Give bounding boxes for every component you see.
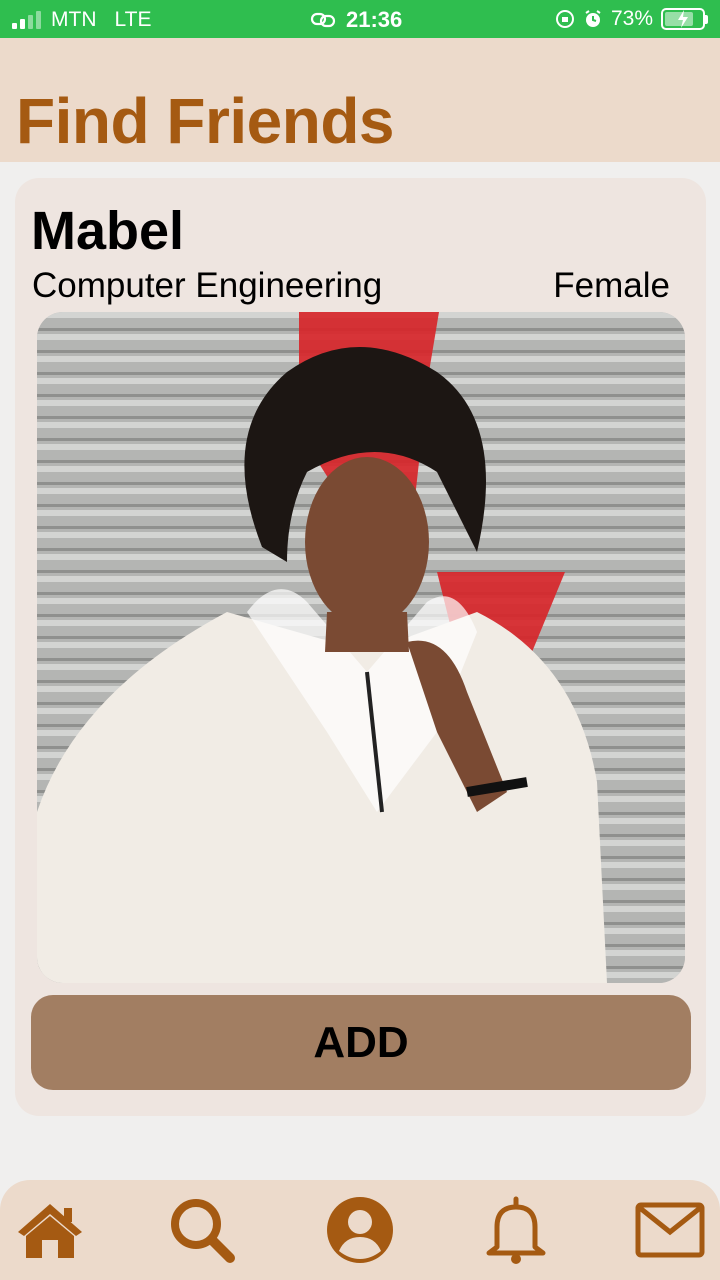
status-right: 73% bbox=[555, 7, 708, 31]
carrier-name: MTN bbox=[51, 8, 97, 31]
profile-major: Computer Engineering bbox=[32, 266, 383, 305]
network-type: LTE bbox=[114, 8, 152, 31]
mail-icon bbox=[635, 1202, 705, 1258]
clock: 21:36 bbox=[346, 7, 403, 32]
add-friend-button[interactable]: ADD bbox=[31, 995, 691, 1090]
nav-notifications[interactable] bbox=[478, 1194, 554, 1266]
nav-profile[interactable] bbox=[322, 1194, 398, 1266]
home-icon bbox=[18, 1204, 82, 1258]
profile-card: Mabel Computer Engineering Female ADD bbox=[15, 178, 706, 1116]
nav-search[interactable] bbox=[164, 1194, 240, 1266]
bell-icon bbox=[486, 1196, 546, 1264]
page-title: Find Friends bbox=[16, 85, 395, 157]
status-left: MTN LTE bbox=[12, 8, 151, 32]
battery-icon bbox=[661, 8, 708, 30]
nav-home[interactable] bbox=[12, 1194, 88, 1266]
profile-photo-image bbox=[37, 312, 685, 983]
status-center: 21:36 bbox=[310, 7, 402, 33]
nav-messages[interactable] bbox=[632, 1194, 708, 1266]
status-bar: MTN LTE 21:36 73% bbox=[0, 0, 720, 38]
battery-level: 73% bbox=[610, 7, 653, 30]
signal-icon bbox=[12, 11, 41, 29]
profile-gender: Female bbox=[553, 266, 670, 305]
alarm-icon bbox=[585, 10, 601, 27]
profile-photo bbox=[37, 312, 685, 983]
profile-name: Mabel bbox=[31, 201, 185, 261]
profile-icon bbox=[327, 1197, 393, 1263]
rotation-lock-icon bbox=[555, 10, 574, 28]
link-icon bbox=[310, 12, 336, 28]
bottom-nav bbox=[0, 1180, 720, 1280]
app-header: Find Friends bbox=[0, 38, 720, 162]
search-icon bbox=[171, 1199, 235, 1263]
